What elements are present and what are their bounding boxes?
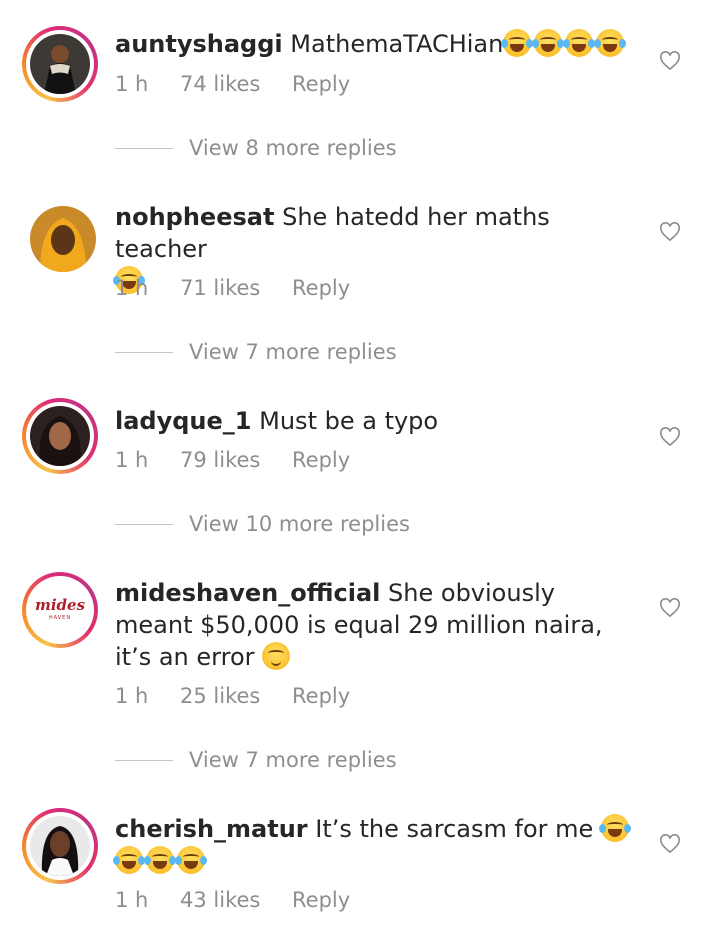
reply-button[interactable]: Reply — [292, 448, 350, 472]
face-with-tears-of-joy-icon — [532, 29, 565, 57]
view-more-replies[interactable]: View 7 more replies — [115, 340, 397, 364]
reply-button[interactable]: Reply — [292, 684, 350, 708]
comment-meta: 1 h 25 likes Reply — [115, 684, 350, 708]
story-ring[interactable] — [22, 26, 98, 102]
face-with-tears-of-joy-icon — [144, 846, 176, 874]
comment-meta: 1 h 71 likes Reply — [115, 276, 350, 300]
comment-likes[interactable]: 25 likes — [180, 684, 292, 708]
avatar[interactable] — [30, 34, 90, 94]
comment-username[interactable]: mideshaven_official — [115, 579, 380, 607]
brand-logo-subtext: HAVEN — [48, 615, 72, 621]
story-ring[interactable] — [22, 808, 98, 884]
reply-button[interactable]: Reply — [292, 276, 350, 300]
comment-time: 1 h — [115, 684, 149, 708]
view-more-replies-label[interactable]: View 7 more replies — [189, 748, 397, 772]
face-with-tears-of-joy-icon — [598, 814, 631, 842]
face-with-tears-of-joy-icon — [501, 29, 534, 57]
face-with-tears-of-joy-icon — [563, 29, 596, 57]
comment-likes[interactable]: 79 likes — [180, 448, 292, 472]
comment-time: 1 h — [115, 276, 149, 300]
comment-body: Must be a typo — [259, 407, 439, 435]
comment-text: cherish_matur It’s the sarcasm for me — [113, 813, 635, 877]
comment-time: 1 h — [115, 448, 149, 472]
comment-likes[interactable]: 43 likes — [180, 888, 292, 912]
view-more-replies[interactable]: View 7 more replies — [115, 748, 397, 772]
heart-outline-icon[interactable] — [659, 51, 681, 71]
view-more-replies-label[interactable]: View 10 more replies — [189, 512, 410, 536]
view-more-replies[interactable]: View 8 more replies — [115, 136, 397, 160]
comment-time: 1 h — [115, 888, 149, 912]
story-ring[interactable] — [22, 398, 98, 474]
comment-body: It’s the sarcasm for me — [315, 815, 594, 843]
comment-likes[interactable]: 74 likes — [180, 72, 292, 96]
comment-text: auntyshaggi MathemaTACHian — [115, 28, 635, 60]
avatar-frame[interactable] — [22, 198, 98, 274]
heart-outline-icon[interactable] — [659, 598, 681, 618]
comment-likes[interactable]: 71 likes — [180, 276, 292, 300]
divider — [115, 523, 173, 525]
comment-text: ladyque_1 Must be a typo — [115, 405, 635, 437]
comment-meta: 1 h 79 likes Reply — [115, 448, 350, 472]
view-more-replies-label[interactable]: View 8 more replies — [189, 136, 397, 160]
comment-body: MathemaTACHian — [290, 30, 504, 58]
story-ring[interactable]: mides HAVEN — [22, 572, 98, 648]
reply-button[interactable]: Reply — [292, 888, 350, 912]
face-with-tears-of-joy-icon — [113, 846, 145, 874]
comment-username[interactable]: ladyque_1 — [115, 407, 252, 435]
comment-time: 1 h — [115, 72, 149, 96]
comment-meta: 1 h 43 likes Reply — [115, 888, 350, 912]
view-more-replies-label[interactable]: View 7 more replies — [189, 340, 397, 364]
avatar[interactable] — [30, 406, 90, 466]
divider — [115, 147, 173, 149]
face-with-tears-of-joy-icon — [175, 846, 207, 874]
divider — [115, 351, 173, 353]
comment-text: mideshaven_official She obviously meant … — [115, 577, 615, 673]
divider — [115, 759, 173, 761]
comment-username[interactable]: cherish_matur — [115, 815, 308, 843]
avatar[interactable] — [30, 206, 96, 272]
comment-username[interactable]: auntyshaggi — [115, 30, 283, 58]
avatar[interactable] — [30, 816, 90, 876]
comment-meta: 1 h 74 likes Reply — [115, 72, 350, 96]
avatar[interactable]: mides HAVEN — [30, 580, 90, 640]
heart-outline-icon[interactable] — [659, 222, 681, 242]
reply-button[interactable]: Reply — [292, 72, 350, 96]
relieved-face-icon — [262, 642, 291, 670]
comment-username[interactable]: nohpheesat — [115, 203, 274, 231]
face-with-tears-of-joy-icon — [594, 29, 627, 57]
heart-outline-icon[interactable] — [659, 427, 681, 447]
heart-outline-icon[interactable] — [659, 834, 681, 854]
brand-logo-text: mides — [34, 596, 86, 614]
view-more-replies[interactable]: View 10 more replies — [115, 512, 410, 536]
